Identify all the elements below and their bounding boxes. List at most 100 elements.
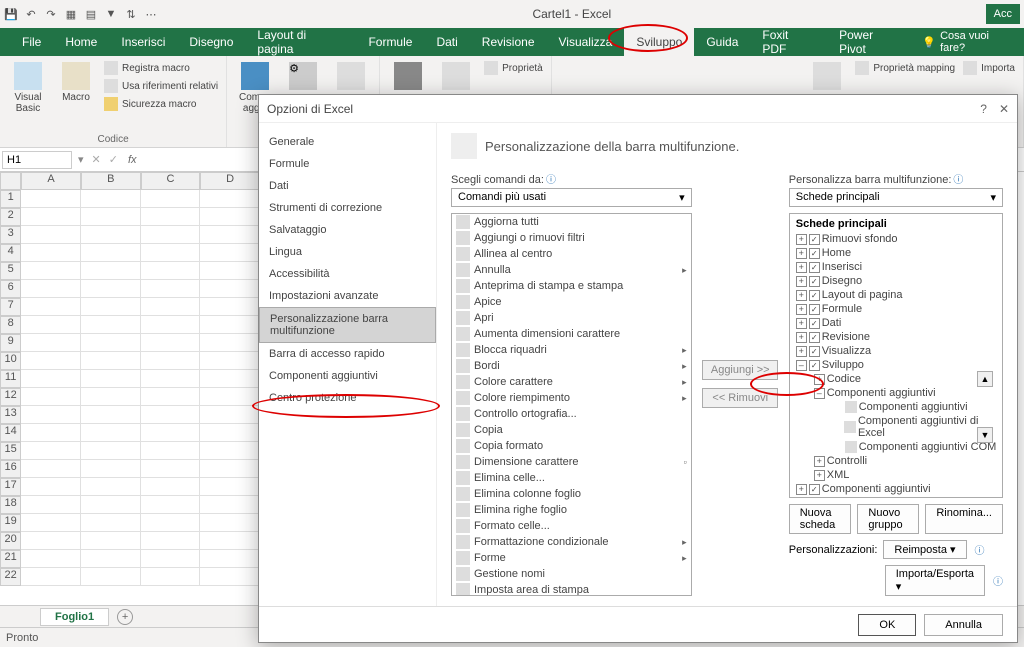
tell-me[interactable]: 💡Cosa vuoi fare? bbox=[914, 28, 1024, 56]
cell[interactable] bbox=[141, 496, 201, 514]
cell[interactable] bbox=[200, 406, 260, 424]
tree-toggle-icon[interactable]: – bbox=[814, 388, 825, 399]
row-header[interactable]: 21 bbox=[0, 550, 21, 568]
cell[interactable] bbox=[200, 316, 260, 334]
tree-item[interactable]: +✓Rimuovi sfondo bbox=[792, 232, 1000, 246]
ribbon-tab-file[interactable]: File bbox=[10, 28, 53, 56]
visual-basic-button[interactable]: Visual Basic bbox=[6, 60, 50, 132]
sidebar-item-impostazioni-avanzate[interactable]: Impostazioni avanzate bbox=[259, 285, 436, 307]
commands-listbox[interactable]: Aggiorna tuttiAggiungi o rimuovi filtri A… bbox=[451, 213, 692, 596]
tree-item[interactable]: +✓Layout di pagina bbox=[792, 288, 1000, 302]
tree-item[interactable]: Componenti aggiuntivi di Excel bbox=[792, 414, 1000, 440]
cell[interactable] bbox=[81, 226, 141, 244]
tree-toggle-icon[interactable]: + bbox=[796, 290, 807, 301]
tree-item[interactable]: +✓Inserisci bbox=[792, 260, 1000, 274]
tree-toggle-icon[interactable]: + bbox=[796, 332, 807, 343]
cell[interactable] bbox=[81, 514, 141, 532]
cell[interactable] bbox=[141, 424, 201, 442]
command-item[interactable]: Gestione nomi bbox=[452, 566, 691, 582]
command-item[interactable]: Anteprima di stampa e stampa bbox=[452, 278, 691, 294]
tree-checkbox[interactable]: ✓ bbox=[809, 498, 820, 499]
move-down-button[interactable]: ▼ bbox=[977, 427, 993, 443]
tree-toggle-icon[interactable]: + bbox=[796, 276, 807, 287]
save-icon[interactable]: 💾 bbox=[4, 7, 18, 21]
tree-item[interactable]: +✓Guida bbox=[792, 496, 1000, 498]
cell[interactable] bbox=[21, 244, 81, 262]
sheet-tab[interactable]: Foglio1 bbox=[40, 608, 109, 626]
row-header[interactable]: 19 bbox=[0, 514, 21, 532]
command-item[interactable]: Colore riempimento▸ bbox=[452, 390, 691, 406]
cell[interactable] bbox=[200, 190, 260, 208]
row-header[interactable]: 14 bbox=[0, 424, 21, 442]
command-item[interactable]: Aumenta dimensioni carattere bbox=[452, 326, 691, 342]
sidebar-item-barra-di-accesso-rapido[interactable]: Barra di accesso rapido bbox=[259, 343, 436, 365]
cell[interactable] bbox=[81, 442, 141, 460]
cell[interactable] bbox=[21, 550, 81, 568]
command-item[interactable]: Elimina celle... bbox=[452, 470, 691, 486]
macro-button[interactable]: Macro bbox=[54, 60, 98, 132]
cell[interactable] bbox=[21, 442, 81, 460]
info-icon[interactable]: ⓘ bbox=[993, 573, 1003, 588]
ribbon-tab-revisione[interactable]: Revisione bbox=[470, 28, 547, 56]
cell[interactable] bbox=[141, 478, 201, 496]
ribbon-tab-layout-di-pagina[interactable]: Layout di pagina bbox=[245, 28, 356, 56]
row-header[interactable]: 1 bbox=[0, 190, 21, 208]
qat-more-icon[interactable]: ⋯ bbox=[144, 7, 158, 21]
sidebar-item-lingua[interactable]: Lingua bbox=[259, 241, 436, 263]
tree-item[interactable]: +Codice bbox=[792, 372, 1000, 386]
info-icon[interactable]: ⓘ bbox=[546, 175, 556, 186]
cell[interactable] bbox=[21, 424, 81, 442]
command-item[interactable]: Elimina righe foglio bbox=[452, 502, 691, 518]
cell[interactable] bbox=[200, 226, 260, 244]
help-icon[interactable]: ? bbox=[980, 102, 987, 116]
remove-button[interactable]: << Rimuovi bbox=[702, 388, 778, 408]
tree-toggle-icon[interactable]: + bbox=[796, 248, 807, 259]
row-header[interactable]: 22 bbox=[0, 568, 21, 586]
cell[interactable] bbox=[141, 298, 201, 316]
sidebar-item-accessibilit-[interactable]: Accessibilità bbox=[259, 263, 436, 285]
cell[interactable] bbox=[141, 568, 201, 586]
ribbon-tab-disegno[interactable]: Disegno bbox=[177, 28, 245, 56]
sidebar-item-strumenti-di-correzione[interactable]: Strumenti di correzione bbox=[259, 197, 436, 219]
cell[interactable] bbox=[141, 514, 201, 532]
row-header[interactable]: 20 bbox=[0, 532, 21, 550]
ribbon-tab-power-pivot[interactable]: Power Pivot bbox=[827, 28, 914, 56]
info-icon[interactable]: ⓘ bbox=[953, 175, 963, 186]
name-box-dropdown-icon[interactable]: ▾ bbox=[74, 153, 88, 166]
command-item[interactable]: Bordi▸ bbox=[452, 358, 691, 374]
row-header[interactable]: 8 bbox=[0, 316, 21, 334]
sidebar-item-centro-protezione[interactable]: Centro protezione bbox=[259, 387, 436, 409]
col-header[interactable]: B bbox=[81, 172, 141, 190]
cell[interactable] bbox=[141, 334, 201, 352]
cell[interactable] bbox=[81, 496, 141, 514]
cell[interactable] bbox=[200, 496, 260, 514]
tree-checkbox[interactable]: ✓ bbox=[809, 234, 820, 245]
command-item[interactable]: Aggiorna tutti bbox=[452, 214, 691, 230]
cell[interactable] bbox=[81, 406, 141, 424]
qat-icon-1[interactable]: ▦ bbox=[64, 7, 78, 21]
tree-toggle-icon[interactable]: + bbox=[796, 234, 807, 245]
tree-item[interactable]: +✓Revisione bbox=[792, 330, 1000, 344]
filter-icon[interactable]: ▼ bbox=[104, 7, 118, 21]
qat-icon-2[interactable]: ▤ bbox=[84, 7, 98, 21]
command-item[interactable]: Aggiungi o rimuovi filtri bbox=[452, 230, 691, 246]
cell[interactable] bbox=[81, 262, 141, 280]
tree-toggle-icon[interactable]: – bbox=[796, 360, 807, 371]
importa-button[interactable]: Importa bbox=[961, 60, 1017, 76]
tree-item[interactable]: +XML bbox=[792, 468, 1000, 482]
sidebar-item-dati[interactable]: Dati bbox=[259, 175, 436, 197]
command-item[interactable]: Dimensione carattere▫ bbox=[452, 454, 691, 470]
cell[interactable] bbox=[81, 352, 141, 370]
tree-item[interactable]: +✓Formule bbox=[792, 302, 1000, 316]
cell[interactable] bbox=[200, 334, 260, 352]
command-item[interactable]: Colore carattere▸ bbox=[452, 374, 691, 390]
command-item[interactable]: Blocca riquadri▸ bbox=[452, 342, 691, 358]
col-header[interactable]: D bbox=[200, 172, 260, 190]
proprieta-button[interactable]: Proprietà bbox=[482, 60, 545, 76]
cell[interactable] bbox=[200, 262, 260, 280]
cell[interactable] bbox=[141, 370, 201, 388]
reset-button[interactable]: Reimposta ▾ bbox=[883, 540, 966, 559]
sicurezza-macro-button[interactable]: Sicurezza macro bbox=[102, 96, 220, 112]
col-header[interactable]: A bbox=[21, 172, 81, 190]
row-header[interactable]: 7 bbox=[0, 298, 21, 316]
